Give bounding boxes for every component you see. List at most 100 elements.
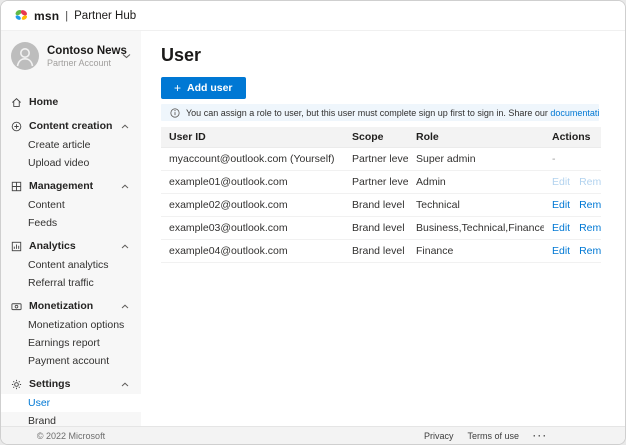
table-header-row: User ID Scope Role Actions	[161, 127, 601, 148]
product-name: Partner Hub	[74, 10, 136, 22]
sidebar-item-label: Feeds	[28, 217, 57, 229]
cell-role: Super admin	[408, 153, 544, 165]
sidebar-item-label: Content creation	[29, 120, 112, 132]
sidebar-item-label: Management	[29, 180, 93, 192]
table-row: example03@outlook.com Brand level Busine…	[161, 217, 601, 240]
sidebar-item-label: Referral traffic	[28, 277, 94, 289]
sidebar-item-feeds[interactable]: Feeds	[1, 214, 141, 232]
add-user-button[interactable]: + Add user	[161, 77, 246, 99]
sidebar-item-label: Monetization	[29, 300, 93, 312]
sidebar-item-label: Settings	[29, 378, 70, 390]
footer-bar: © 2022 Microsoft Privacy Terms of use ··…	[1, 426, 625, 444]
info-banner: You can assign a role to user, but this …	[161, 104, 599, 121]
sidebar-item-label: User	[28, 397, 50, 409]
partner-hub-window: msn | Partner Hub Contoso News Partner A…	[0, 0, 626, 445]
brand-separator: |	[65, 10, 68, 22]
sidebar-item-label: Analytics	[29, 240, 76, 252]
edit-link[interactable]: Edit	[552, 199, 570, 211]
add-user-label: Add user	[187, 82, 233, 94]
sidebar-item-monetization-options[interactable]: Monetization options	[1, 316, 141, 334]
sidebar-item-home[interactable]: Home	[1, 92, 141, 112]
sidebar-item-content-creation[interactable]: Content creation	[1, 116, 141, 136]
cell-scope: Brand level	[344, 245, 408, 257]
cell-scope: Brand level	[344, 222, 408, 234]
copyright: © 2022 Microsoft	[1, 431, 141, 441]
gear-icon	[11, 379, 22, 390]
sidebar-item-referral-traffic[interactable]: Referral traffic	[1, 274, 141, 292]
user-table: User ID Scope Role Actions myaccount@out…	[161, 127, 601, 263]
terms-of-use-link[interactable]: Terms of use	[468, 431, 520, 441]
home-icon	[11, 97, 22, 108]
column-header-role: Role	[408, 131, 544, 143]
column-header-actions: Actions	[544, 131, 601, 143]
sidebar-item-settings[interactable]: Settings	[1, 374, 141, 394]
cell-role: Admin	[408, 176, 544, 188]
cell-role: Business,Technical,Finance	[408, 222, 544, 234]
account-name: Contoso News	[47, 45, 114, 57]
remove-link[interactable]: Remove	[579, 245, 601, 257]
privacy-link[interactable]: Privacy	[424, 431, 454, 441]
sidebar-item-content-analytics[interactable]: Content analytics	[1, 256, 141, 274]
cell-role: Finance	[408, 245, 544, 257]
remove-link-disabled: Remove	[579, 176, 601, 188]
sidebar-nav: Home Content creation Create article Upl…	[1, 88, 141, 430]
remove-link[interactable]: Remove	[579, 199, 601, 211]
table-row: example04@outlook.com Brand level Financ…	[161, 240, 601, 263]
sidebar-item-label: Home	[29, 96, 58, 108]
chevron-up-icon	[121, 382, 129, 387]
cell-role: Technical	[408, 199, 544, 211]
cell-user-id: myaccount@outlook.com (Yourself)	[161, 153, 344, 165]
cell-scope: Brand level	[344, 199, 408, 211]
grid-icon	[11, 181, 22, 192]
top-bar: msn | Partner Hub	[1, 1, 625, 31]
main-content: User + Add user You can assign a role to…	[141, 31, 625, 426]
banner-text: You can assign a role to user, but this …	[186, 108, 599, 118]
sidebar-item-label: Earnings report	[28, 337, 100, 349]
edit-link[interactable]: Edit	[552, 245, 570, 257]
documentation-guide-link[interactable]: documentation guide	[550, 108, 599, 118]
sidebar-item-content[interactable]: Content	[1, 196, 141, 214]
money-icon	[11, 301, 22, 312]
table-row: example01@outlook.com Partner level Admi…	[161, 171, 601, 194]
table-row: myaccount@outlook.com (Yourself) Partner…	[161, 148, 601, 171]
add-circle-icon	[11, 121, 22, 132]
more-button[interactable]: ···	[533, 431, 548, 441]
sidebar-item-label: Monetization options	[28, 319, 124, 331]
cell-user-id: example02@outlook.com	[161, 199, 344, 211]
table-row: example02@outlook.com Brand level Techni…	[161, 194, 601, 217]
sidebar-item-earnings-report[interactable]: Earnings report	[1, 334, 141, 352]
page-title: User	[161, 45, 599, 66]
account-type: Partner Account	[47, 58, 114, 68]
column-header-scope: Scope	[344, 131, 408, 143]
chevron-up-icon	[121, 184, 129, 189]
plus-icon: +	[174, 82, 181, 94]
sidebar-item-analytics[interactable]: Analytics	[1, 236, 141, 256]
sidebar-item-upload-video[interactable]: Upload video	[1, 154, 141, 172]
no-actions-placeholder: -	[552, 153, 556, 165]
sidebar-item-label: Payment account	[28, 355, 109, 367]
cell-user-id: example01@outlook.com	[161, 176, 344, 188]
sidebar: Contoso News Partner Account Home	[1, 31, 141, 426]
account-switcher[interactable]: Contoso News Partner Account	[1, 31, 141, 80]
cell-user-id: example04@outlook.com	[161, 245, 344, 257]
edit-link[interactable]: Edit	[552, 222, 570, 234]
msn-butterfly-logo-icon	[14, 9, 29, 22]
sidebar-item-management[interactable]: Management	[1, 176, 141, 196]
chevron-up-icon	[121, 124, 129, 129]
sidebar-item-create-article[interactable]: Create article	[1, 136, 141, 154]
brand-name: msn	[34, 9, 59, 23]
sidebar-item-user[interactable]: User	[1, 394, 141, 412]
sidebar-item-monetization[interactable]: Monetization	[1, 296, 141, 316]
sidebar-item-label: Create article	[28, 139, 90, 151]
chevron-up-icon	[121, 244, 129, 249]
sidebar-item-payment-account[interactable]: Payment account	[1, 352, 141, 370]
banner-text-before: You can assign a role to user, but this …	[186, 108, 548, 118]
sidebar-item-label: Content analytics	[28, 259, 109, 271]
cell-user-id: example03@outlook.com	[161, 222, 344, 234]
chevron-down-icon	[122, 53, 131, 59]
info-icon	[170, 108, 180, 118]
remove-link[interactable]: Remove	[579, 222, 601, 234]
column-header-user-id: User ID	[161, 131, 344, 143]
cell-scope: Partner level	[344, 176, 408, 188]
avatar	[11, 42, 39, 70]
